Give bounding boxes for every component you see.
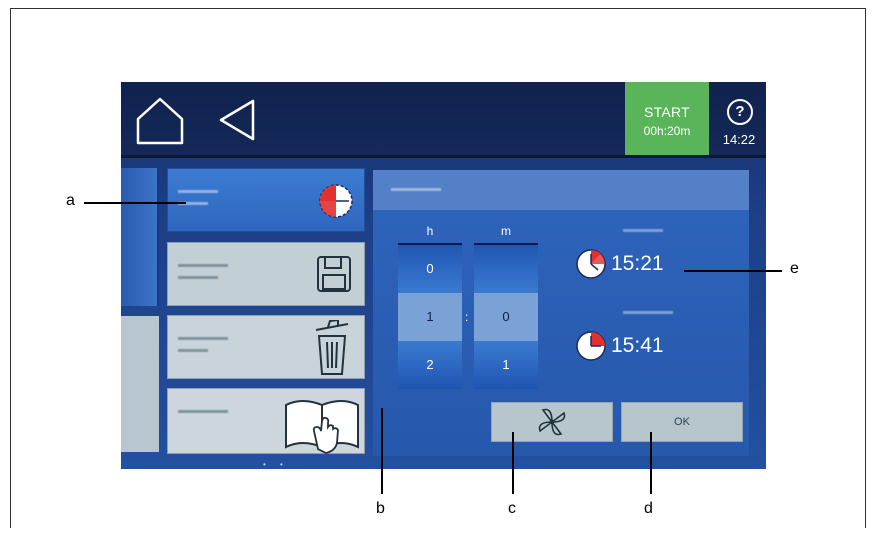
hours-label: h [426, 224, 434, 238]
end-time-row: 15:41 [575, 330, 664, 362]
menu-item-manual[interactable]: ▬▬▬▬▬ [167, 388, 365, 454]
minutes-label: m [501, 224, 511, 238]
menu-item-label: ▬▬▬▬▬ [178, 405, 228, 416]
time-separator: : [465, 310, 469, 324]
callout-line-d [650, 432, 652, 494]
callout-a: a [66, 192, 75, 209]
menu-item-delete-program[interactable]: ▬▬▬▬▬ ▬▬▬ [167, 315, 365, 379]
callout-b: b [376, 500, 385, 517]
callout-e: e [790, 260, 799, 277]
start-label: START [643, 104, 691, 120]
hours-selected[interactable]: 1 [398, 293, 462, 341]
menu-item-label: ▬▬▬▬▬ ▬▬▬▬ [178, 259, 228, 282]
callout-line-e [684, 270, 782, 272]
timer-icon [319, 184, 353, 218]
manual-icon [285, 400, 359, 454]
help-icon[interactable]: ? [727, 99, 753, 125]
trash-icon [315, 320, 349, 375]
start-time-value: 15:21 [611, 252, 664, 275]
callout-d: d [644, 500, 653, 517]
page-indicator: • • [263, 460, 289, 469]
menu-item-label: ▬▬▬▬ ▬▬▬ [178, 185, 218, 208]
callout-line-c [512, 432, 514, 494]
device-screen: START 00h:20m ? 14:22 ▬▬▬▬ ▬▬▬ ▬▬▬▬▬ ▬▬▬▬ … [121, 82, 766, 469]
callout-line-a [84, 202, 186, 204]
save-icon [317, 256, 351, 292]
sidebar-tab-active[interactable] [121, 168, 159, 306]
end-time-value: 15:41 [611, 334, 664, 357]
home-icon[interactable] [135, 96, 185, 146]
menu-item-label: ▬▬▬▬▬ ▬▬▬ [178, 332, 228, 355]
sidebar-tab[interactable] [121, 316, 159, 452]
minutes-next[interactable]: 1 [474, 341, 538, 389]
back-icon[interactable] [217, 98, 257, 142]
clock-icon [576, 249, 606, 279]
callout-c: c [508, 500, 516, 517]
menu-item-save-program[interactable]: ▬▬▬▬▬ ▬▬▬▬ [167, 242, 365, 306]
panel-header: ▬▬▬▬▬ [373, 170, 749, 210]
start-at-label: ▬▬▬▬ [623, 224, 663, 235]
start-in-panel: ▬▬▬▬▬ h m 0 1 2 : 0 1 ▬▬▬▬ 15:21 ▬▬▬▬▬ 1… [373, 170, 749, 456]
hours-spinner[interactable]: 0 1 2 [398, 243, 462, 389]
minutes-prev[interactable] [474, 245, 538, 293]
minutes-spinner[interactable]: 0 1 [474, 243, 538, 389]
fan-icon [538, 408, 566, 436]
ok-button[interactable]: OK [621, 402, 743, 442]
start-time: 00h:20m [643, 124, 691, 138]
top-bar: START 00h:20m ? 14:22 [121, 82, 766, 158]
menu-item-start-in[interactable]: ▬▬▬▬ ▬▬▬ [167, 168, 365, 232]
start-time-row: 15:21 [575, 248, 664, 280]
clock-icon [576, 331, 606, 361]
callout-line-b [381, 408, 383, 494]
start-button[interactable]: START 00h:20m [625, 82, 709, 155]
panel-title: ▬▬▬▬▬ [391, 183, 441, 194]
hours-next[interactable]: 2 [398, 341, 462, 389]
hours-prev[interactable]: 0 [398, 245, 462, 293]
finished-at-label: ▬▬▬▬▬ [623, 306, 673, 317]
minutes-selected[interactable]: 0 [474, 293, 538, 341]
top-bar-divider [121, 155, 766, 158]
clock: 14:22 [722, 132, 756, 147]
fan-button[interactable] [491, 402, 613, 442]
